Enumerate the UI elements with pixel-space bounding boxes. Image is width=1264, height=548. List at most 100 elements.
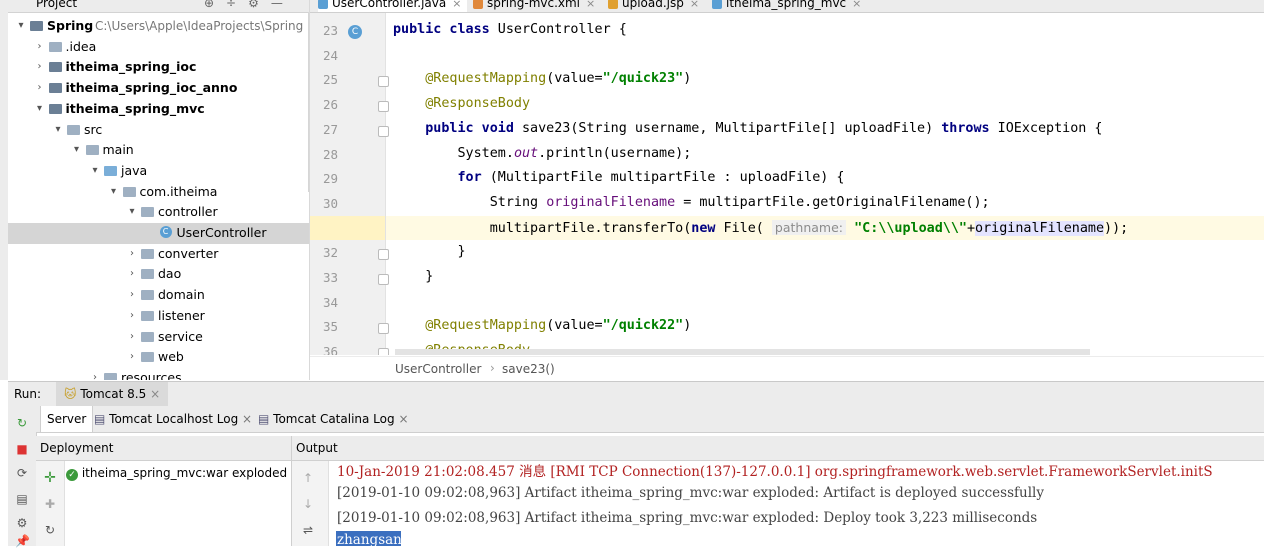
tree-item[interactable]: C UserController xyxy=(8,223,309,244)
tree-item[interactable]: › web xyxy=(8,347,309,368)
arrow-up-icon[interactable]: ↑ xyxy=(301,471,315,485)
deployment-toolbar: ✛ ✚ ↻ xyxy=(36,461,65,546)
module-icon xyxy=(712,0,722,9)
close-icon[interactable]: × xyxy=(586,0,595,10)
chevron-right-icon[interactable]: › xyxy=(127,327,137,347)
editor-tab[interactable]: upload.jsp × xyxy=(608,0,705,12)
module-icon xyxy=(48,83,62,94)
breadcrumb-method[interactable]: save23() xyxy=(502,362,555,376)
code-line: public void save23(String username, Mult… xyxy=(425,120,1103,136)
layout-icon[interactable]: ▤ xyxy=(15,492,29,506)
code-line: } xyxy=(393,269,434,284)
tree-item[interactable]: › converter xyxy=(8,244,309,265)
chevron-right-icon[interactable]: › xyxy=(127,264,137,284)
class-icon: C xyxy=(159,226,172,238)
selected-output-text[interactable]: zhangsan xyxy=(336,531,402,546)
package-icon xyxy=(141,310,154,321)
tree-item[interactable]: ▾ com.itheima xyxy=(8,182,309,203)
chevron-down-icon[interactable]: ▾ xyxy=(35,99,45,119)
tree-item[interactable]: › listener xyxy=(8,306,309,327)
restart-icon[interactable]: ⟳ xyxy=(15,466,29,480)
package-icon xyxy=(141,248,154,259)
fold-icon[interactable] xyxy=(378,348,389,355)
close-icon[interactable]: × xyxy=(238,412,252,426)
editor-tab[interactable]: spring-mvc.xml × xyxy=(473,0,601,12)
close-icon[interactable]: × xyxy=(395,412,408,426)
chevron-right-icon[interactable]: › xyxy=(127,244,137,264)
close-icon[interactable]: × xyxy=(452,0,461,10)
run-sub-tab[interactable]: Server xyxy=(40,406,94,432)
run-sub-tab[interactable]: ▤ Tomcat Catalina Log × xyxy=(252,406,415,432)
chevron-right-icon[interactable]: › xyxy=(35,78,45,98)
tree-item-label: listener xyxy=(158,307,205,323)
editor-horizontal-scrollbar[interactable] xyxy=(395,349,1090,355)
output-console[interactable]: ↑ ↓ ⇌ 10-Jan-2019 21:02:08.457 消息 [RMI T… xyxy=(292,461,1264,546)
tree-item[interactable]: ▾ itheima_spring_mvc xyxy=(8,99,309,120)
refresh-icon[interactable]: ↻ xyxy=(43,523,57,537)
tree-item[interactable]: › domain xyxy=(8,285,309,306)
fold-icon[interactable] xyxy=(378,101,389,113)
deployment-item[interactable]: ✓ itheima_spring_mvc:war exploded xyxy=(66,466,287,481)
tree-item[interactable]: ▾ main xyxy=(8,140,309,161)
deploy-icon[interactable]: ✛ xyxy=(43,471,57,485)
chevron-down-icon[interactable]: ▾ xyxy=(72,140,82,160)
chevron-down-icon[interactable]: ▾ xyxy=(127,202,137,222)
project-panel-title[interactable]: Project xyxy=(36,0,77,10)
tree-item[interactable]: ▾ controller xyxy=(8,202,309,223)
fold-icon[interactable] xyxy=(378,274,389,285)
run-sub-tab-label: Tomcat Localhost Log xyxy=(109,412,239,426)
breadcrumb-separator: › xyxy=(490,361,495,375)
close-icon[interactable]: × xyxy=(690,0,699,10)
package-icon xyxy=(141,352,154,363)
chevron-right-icon[interactable]: › xyxy=(90,368,100,380)
chevron-right-icon[interactable]: › xyxy=(127,347,137,367)
tree-item[interactable]: › itheima_spring_ioc_anno xyxy=(8,78,309,99)
project-header-icons[interactable]: ⊕÷⚙— xyxy=(204,0,295,10)
tree-item-path: C:\Users\Apple\IdeaProjects\Spring xyxy=(95,19,304,33)
chevron-down-icon[interactable]: ▾ xyxy=(109,182,119,202)
tree-item[interactable]: ▾ Spring C:\Users\Apple\IdeaProjects\Sprin… xyxy=(8,16,309,37)
line-number: 27 xyxy=(322,121,338,137)
fold-icon[interactable] xyxy=(378,125,389,137)
breadcrumb-class[interactable]: UserController xyxy=(395,362,481,376)
editor-tab[interactable]: itheima_spring_mvc × xyxy=(712,0,867,12)
tree-item[interactable]: › service xyxy=(8,327,309,348)
run-config-tab[interactable]: 🐱 Tomcat 8.5 × xyxy=(56,382,169,406)
code-editor[interactable]: 2324252627282930313233343536C public cla… xyxy=(310,13,1264,355)
fold-icon[interactable] xyxy=(378,76,389,88)
rerun-icon[interactable]: ↻ xyxy=(15,416,29,430)
undeploy-icon[interactable]: ✚ xyxy=(43,497,57,511)
run-sub-tab-label: Server xyxy=(47,412,87,426)
chevron-right-icon[interactable]: › xyxy=(127,306,137,326)
code-line: String originalFilename = multipartFile.… xyxy=(393,194,990,210)
stop-icon[interactable]: ■ xyxy=(15,442,29,456)
tree-item[interactable]: › dao xyxy=(8,264,309,285)
close-icon[interactable]: × xyxy=(852,0,861,10)
tree-item[interactable]: › resources xyxy=(8,368,309,380)
line-number: 35 xyxy=(322,319,338,335)
code-line: public class UserController { xyxy=(393,22,627,37)
arrow-down-icon[interactable]: ↓ xyxy=(301,497,315,511)
tree-item-label: web xyxy=(158,349,184,365)
project-panel-header: Project ⊕÷⚙— xyxy=(8,0,309,13)
fold-icon[interactable] xyxy=(378,249,389,261)
settings-icon[interactable]: ⚙ xyxy=(15,516,29,530)
chevron-down-icon[interactable]: ▾ xyxy=(53,120,63,140)
close-icon[interactable]: × xyxy=(150,387,160,401)
soft-wrap-icon[interactable]: ⇌ xyxy=(301,523,315,537)
chevron-down-icon[interactable]: ▾ xyxy=(90,161,100,181)
editor-tab-bar: UserController.java × spring-mvc.xml × uploa… xyxy=(310,0,1264,13)
run-sub-tab[interactable]: ▤ Tomcat Localhost Log × xyxy=(88,406,258,432)
fold-icon[interactable] xyxy=(378,323,389,335)
editor-tab[interactable]: UserController.java × xyxy=(318,0,468,12)
code-line: @ResponseBody xyxy=(425,96,531,112)
tree-item[interactable]: › .idea xyxy=(8,37,309,58)
chevron-right-icon[interactable]: › xyxy=(35,37,45,57)
class-gutter-icon[interactable]: C xyxy=(348,25,362,39)
tree-item[interactable]: › itheima_spring_ioc xyxy=(8,57,309,78)
chevron-down-icon[interactable]: ▾ xyxy=(16,16,26,36)
tree-item[interactable]: ▾ java xyxy=(8,161,309,182)
tree-item[interactable]: ▾ src xyxy=(8,120,309,141)
chevron-right-icon[interactable]: › xyxy=(35,57,45,77)
chevron-right-icon[interactable]: › xyxy=(127,285,137,305)
